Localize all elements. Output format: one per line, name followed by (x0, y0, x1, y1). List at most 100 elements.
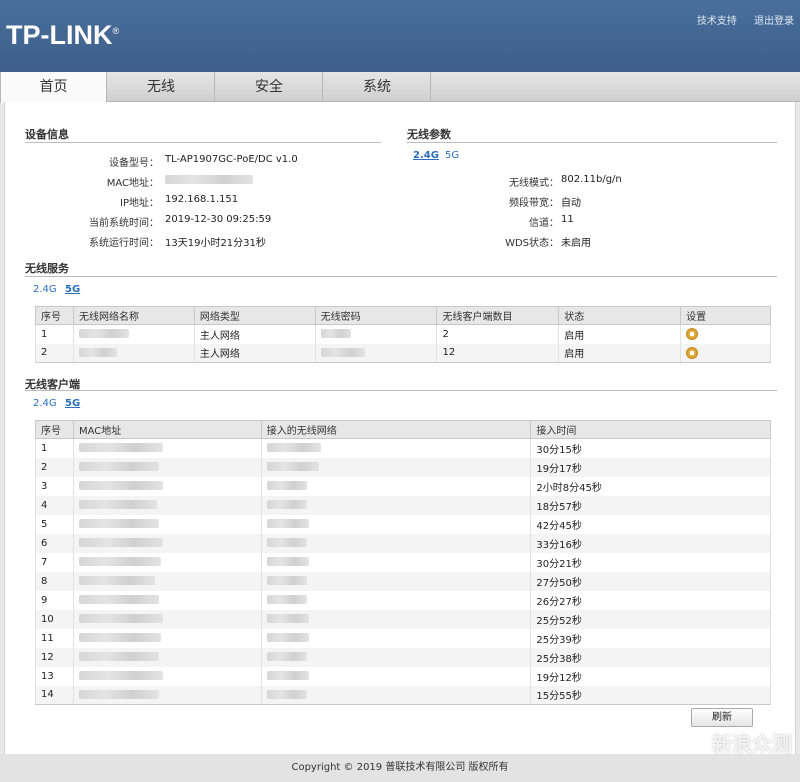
access-time-cell: 42分45秒 (530, 514, 771, 534)
network-cell (260, 495, 532, 515)
access-time-cell: 30分21秒 (530, 552, 771, 572)
access-time-cell: 19分12秒 (530, 666, 771, 686)
wds-value: 未启用 (561, 238, 591, 249)
bandwidth-value: 自动 (561, 198, 581, 209)
top-links: 技术支持 退出登录 (683, 12, 794, 27)
network-cell (260, 571, 532, 591)
table-row: 14 15分55秒 (35, 685, 771, 705)
table-row: 1 30分15秒 (35, 438, 771, 458)
tab-wireless[interactable]: 无线 (108, 72, 215, 102)
access-time-cell: 33分16秒 (530, 533, 771, 553)
wireless-service-table: 序号 无线网络名称 网络类型 无线密码 无线客户端数目 状态 设置 1 主人网络… (35, 306, 771, 363)
access-time-cell: 30分15秒 (530, 438, 771, 458)
col-clients: 无线客户端数目 (436, 306, 560, 325)
row-no: 2 (35, 457, 74, 477)
col-status: 状态 (558, 306, 682, 325)
network-cell (260, 438, 532, 458)
tab-security[interactable]: 安全 (216, 72, 323, 102)
access-time-cell: 2小时8分45秒 (530, 476, 771, 496)
table-row: 3 2小时8分45秒 (35, 476, 771, 496)
tab-system[interactable]: 系统 (324, 72, 431, 102)
col-no: 序号 (35, 420, 74, 439)
service-band-24g[interactable]: 2.4G (33, 284, 57, 295)
network-cell (260, 476, 532, 496)
section-divider (25, 276, 777, 277)
mac-cell (72, 666, 262, 686)
col-password: 无线密码 (314, 306, 438, 325)
channel-label: 信道： (529, 218, 559, 229)
row-no: 3 (35, 476, 74, 496)
device-info-title: 设备信息 (25, 128, 69, 141)
model-value: TL-AP1907GC-PoE/DC v1.0 (165, 154, 298, 165)
table-row: 1 主人网络 2 启用 (35, 324, 771, 344)
tp-link-logo: TP-LINK® (6, 20, 120, 50)
support-link[interactable]: 技术支持 (697, 16, 737, 27)
ssid-cell (72, 343, 195, 363)
logout-link[interactable]: 退出登录 (754, 16, 794, 27)
mac-cell (72, 438, 262, 458)
clients-cell: 12 (436, 343, 560, 363)
network-cell (260, 514, 532, 534)
refresh-button[interactable]: 刷新 (691, 708, 753, 727)
table-header-row: 序号 无线网络名称 网络类型 无线密码 无线客户端数目 状态 设置 (35, 306, 771, 325)
col-access-time: 接入时间 (530, 420, 771, 439)
section-divider (25, 142, 381, 143)
access-time-cell: 27分50秒 (530, 571, 771, 591)
gear-icon[interactable] (686, 328, 699, 341)
params-band-5g[interactable]: 5G (445, 150, 459, 161)
col-network: 接入的无线网络 (260, 420, 532, 439)
clients-band-5g[interactable]: 5G (65, 398, 80, 409)
mac-cell (72, 495, 262, 515)
wireless-mode-label: 无线模式： (509, 178, 559, 189)
table-row: 6 33分16秒 (35, 533, 771, 553)
system-time-label: 当前系统时间： (89, 218, 159, 229)
status-cell: 启用 (558, 324, 682, 344)
row-no: 11 (35, 628, 74, 648)
row-no: 1 (35, 438, 74, 458)
row-no: 7 (35, 552, 74, 572)
access-time-cell: 25分39秒 (530, 628, 771, 648)
access-time-cell: 26分27秒 (530, 590, 771, 610)
mac-value (165, 174, 253, 185)
table-row: 8 27分50秒 (35, 571, 771, 591)
main-content: 设备信息 设备型号： TL-AP1907GC-PoE/DC v1.0 MAC地址… (4, 102, 796, 754)
access-time-cell: 15分55秒 (530, 685, 771, 705)
gear-icon[interactable] (686, 346, 699, 359)
row-no: 1 (35, 324, 74, 344)
params-band-24g[interactable]: 2.4G (413, 150, 439, 161)
mac-cell (72, 533, 262, 553)
mac-cell (72, 476, 262, 496)
col-type: 网络类型 (193, 306, 316, 325)
mac-label: MAC地址： (106, 178, 159, 189)
type-cell: 主人网络 (193, 343, 316, 363)
col-mac: MAC地址 (72, 420, 262, 439)
uptime-label: 系统运行时间： (89, 238, 159, 249)
table-row: 2 19分17秒 (35, 457, 771, 477)
network-cell (260, 666, 532, 686)
table-row: 10 25分52秒 (35, 609, 771, 629)
row-no: 2 (35, 343, 74, 363)
table-row: 13 19分12秒 (35, 666, 771, 686)
watermark: 新浪众测 (712, 732, 792, 756)
wireless-clients-table: 序号 MAC地址 接入的无线网络 接入时间 1 30分15秒 2 19分17秒 3 2小时… (35, 420, 771, 705)
table-row: 7 30分21秒 (35, 552, 771, 572)
table-row: 9 26分27秒 (35, 590, 771, 610)
col-ssid: 无线网络名称 (72, 306, 195, 325)
table-row: 12 25分38秒 (35, 647, 771, 667)
mac-cell (72, 685, 262, 705)
mac-cell (72, 514, 262, 534)
access-time-cell: 25分38秒 (530, 647, 771, 667)
network-cell (260, 685, 532, 705)
service-band-5g[interactable]: 5G (65, 284, 80, 295)
mac-cell (72, 457, 262, 477)
clients-band-24g[interactable]: 2.4G (33, 398, 57, 409)
row-no: 8 (35, 571, 74, 591)
network-cell (260, 533, 532, 553)
network-cell (260, 457, 532, 477)
section-divider (25, 390, 777, 391)
mac-cell (72, 609, 262, 629)
tab-home[interactable]: 首页 (0, 72, 107, 103)
settings-cell (680, 324, 771, 344)
clients-cell: 2 (436, 324, 560, 344)
table-row: 4 18分57秒 (35, 495, 771, 515)
